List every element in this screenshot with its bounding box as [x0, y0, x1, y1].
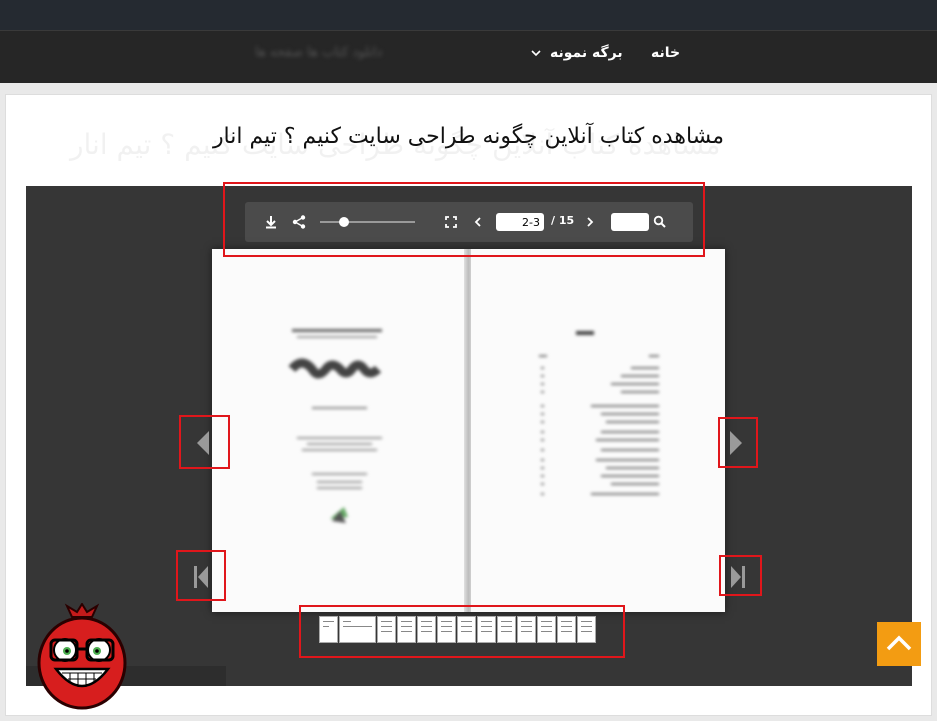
page-number-input[interactable]: [496, 213, 544, 231]
first-page-arrow-icon[interactable]: [186, 557, 216, 597]
download-icon[interactable]: [263, 214, 279, 230]
page-thumbnail[interactable]: [377, 616, 396, 643]
page-thumbnail[interactable]: [537, 616, 556, 643]
chevron-right-icon[interactable]: [582, 214, 598, 230]
search-input[interactable]: [611, 213, 649, 231]
top-bar: [0, 0, 937, 30]
next-page-arrow-icon[interactable]: [721, 423, 751, 463]
previous-page-arrow-icon[interactable]: [188, 423, 218, 463]
flipbook-viewer: / 15: [26, 186, 912, 686]
chevron-left-icon[interactable]: [470, 214, 486, 230]
last-page-arrow-icon[interactable]: [723, 557, 753, 597]
share-icon[interactable]: [291, 214, 307, 230]
book-spread[interactable]: [212, 249, 725, 612]
search-icon[interactable]: [652, 214, 668, 230]
total-pages: / 15: [551, 214, 575, 227]
viewer-toolbar: / 15: [245, 202, 693, 242]
page-thumbnail[interactable]: [477, 616, 496, 643]
page-thumbnail[interactable]: [397, 616, 416, 643]
page-thumbnail[interactable]: [577, 616, 596, 643]
nav-item-home[interactable]: خانه: [651, 45, 680, 61]
zoom-slider[interactable]: [320, 221, 415, 223]
page-thumbnail[interactable]: [497, 616, 516, 643]
fullscreen-icon[interactable]: [443, 214, 459, 230]
page-thumbnail[interactable]: [517, 616, 536, 643]
book-page-right[interactable]: [471, 249, 725, 612]
book-page-left[interactable]: [212, 249, 466, 612]
nav-item-sample-page[interactable]: برگه نمونه: [550, 45, 623, 61]
page-thumbnail[interactable]: [557, 616, 576, 643]
page-right-content: [539, 331, 659, 495]
thumbnail-strip: [319, 616, 611, 644]
page-thumbnail[interactable]: [437, 616, 456, 643]
pomegranate-mascot-logo: [37, 603, 127, 710]
zoom-slider-handle[interactable]: [338, 217, 349, 227]
page-title: مشاهده کتاب آنلاین چگونه طراحی سایت کنیم…: [212, 124, 725, 149]
blurred-nav-links: دانلود کتاب ها صفحه ها: [255, 45, 383, 60]
scroll-to-top-button[interactable]: [877, 622, 921, 666]
page-thumbnail[interactable]: [457, 616, 476, 643]
chevron-up-icon: [886, 635, 912, 651]
chevron-down-icon[interactable]: [529, 46, 543, 60]
page-thumbnail[interactable]: [417, 616, 436, 643]
page-thumbnail[interactable]: [319, 616, 338, 643]
page-left-content: [288, 329, 382, 523]
main-navigation: دانلود کتاب ها صفحه ها برگه نمونه خانه: [0, 30, 937, 83]
page-thumbnail[interactable]: [339, 616, 376, 643]
